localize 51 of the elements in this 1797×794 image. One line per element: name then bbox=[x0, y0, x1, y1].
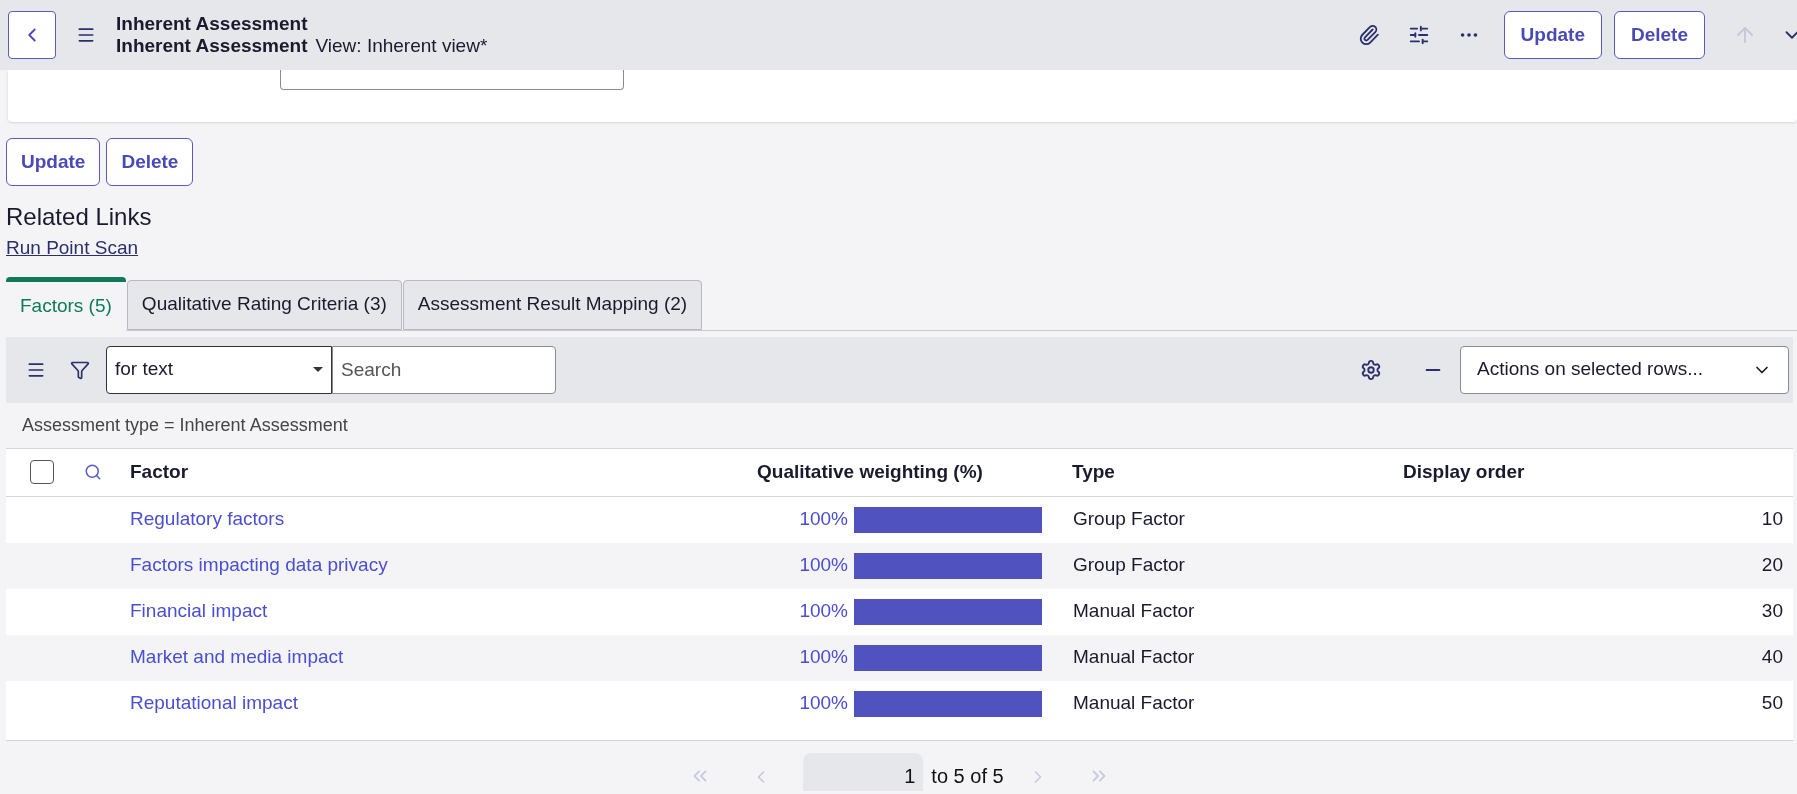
type-cell-text: Group Factor bbox=[1073, 553, 1186, 578]
view-label: View: Inherent view* bbox=[315, 35, 488, 57]
form-subtitle: Inherent Assessment bbox=[116, 35, 308, 57]
related-links-heading: Related Links bbox=[6, 202, 153, 232]
weighting-value: 100% bbox=[798, 507, 848, 532]
factor-link[interactable]: Market and media impact bbox=[130, 643, 658, 672]
type-cell-text: Group Factor bbox=[1073, 507, 1186, 532]
weighting-value: 100% bbox=[798, 645, 848, 670]
filter-icon[interactable] bbox=[70, 359, 90, 380]
display-order-cell-text: 10 bbox=[1760, 507, 1784, 532]
search-field[interactable]: Search bbox=[332, 345, 556, 394]
tab[interactable]: Factors (5) bbox=[6, 276, 126, 331]
factor-link[interactable]: Factors impacting data privacy bbox=[130, 551, 658, 580]
tab[interactable]: Assessment Result Mapping (2) bbox=[402, 279, 703, 330]
column-header: Type bbox=[1072, 459, 1116, 484]
actions-select[interactable]: Actions on selected rows... bbox=[1460, 345, 1789, 394]
form-button[interactable]: Update bbox=[6, 138, 101, 186]
weighting-value: 100% bbox=[798, 553, 848, 578]
type-cell-text: Manual Factor bbox=[1073, 599, 1196, 624]
form-button[interactable]: Delete bbox=[106, 138, 194, 186]
column-header: Display order bbox=[1403, 459, 1525, 484]
search-type-select[interactable]: for text bbox=[106, 345, 332, 394]
column-header: Factor bbox=[130, 459, 190, 484]
header-button[interactable]: Update bbox=[1503, 11, 1602, 59]
column-header: Qualitative weighting (%) bbox=[757, 459, 984, 484]
settings-sliders-icon[interactable] bbox=[1407, 24, 1430, 46]
search-icon[interactable] bbox=[84, 463, 102, 481]
settings-icon[interactable] bbox=[1360, 358, 1382, 381]
weighting-value: 100% bbox=[798, 691, 848, 716]
factor-link[interactable]: Reputational impact bbox=[130, 689, 658, 718]
select-all-checkbox[interactable] bbox=[30, 460, 54, 484]
back-button[interactable] bbox=[8, 11, 56, 59]
factor-link[interactable]: Financial impact bbox=[130, 597, 658, 626]
select-field[interactable] bbox=[280, 70, 624, 90]
display-order-cell-text: 50 bbox=[1760, 691, 1784, 716]
display-order-cell-text: 40 bbox=[1760, 645, 1784, 670]
weighting-value: 100% bbox=[798, 599, 848, 624]
related-link[interactable]: Run Point Scan bbox=[6, 234, 139, 263]
display-order-cell-text: 30 bbox=[1760, 599, 1784, 624]
menu-icon[interactable] bbox=[76, 25, 96, 45]
paperclip-icon[interactable] bbox=[1357, 24, 1380, 46]
filter-breadcrumb: Assessment type = Inherent Assessment bbox=[22, 413, 348, 437]
type-cell-text: Manual Factor bbox=[1073, 691, 1196, 716]
type-cell-text: Manual Factor bbox=[1073, 645, 1196, 670]
factor-link[interactable]: Regulatory factors bbox=[130, 505, 658, 534]
display-order-cell-text: 20 bbox=[1760, 553, 1784, 578]
page-field[interactable]: 1 bbox=[803, 752, 924, 791]
tab[interactable]: Qualitative Rating Criteria (3) bbox=[126, 279, 402, 330]
header-button[interactable]: Delete bbox=[1613, 11, 1705, 59]
form-title: Inherent Assessment bbox=[116, 13, 309, 35]
page-range: to 5 of 5 bbox=[931, 763, 1004, 789]
